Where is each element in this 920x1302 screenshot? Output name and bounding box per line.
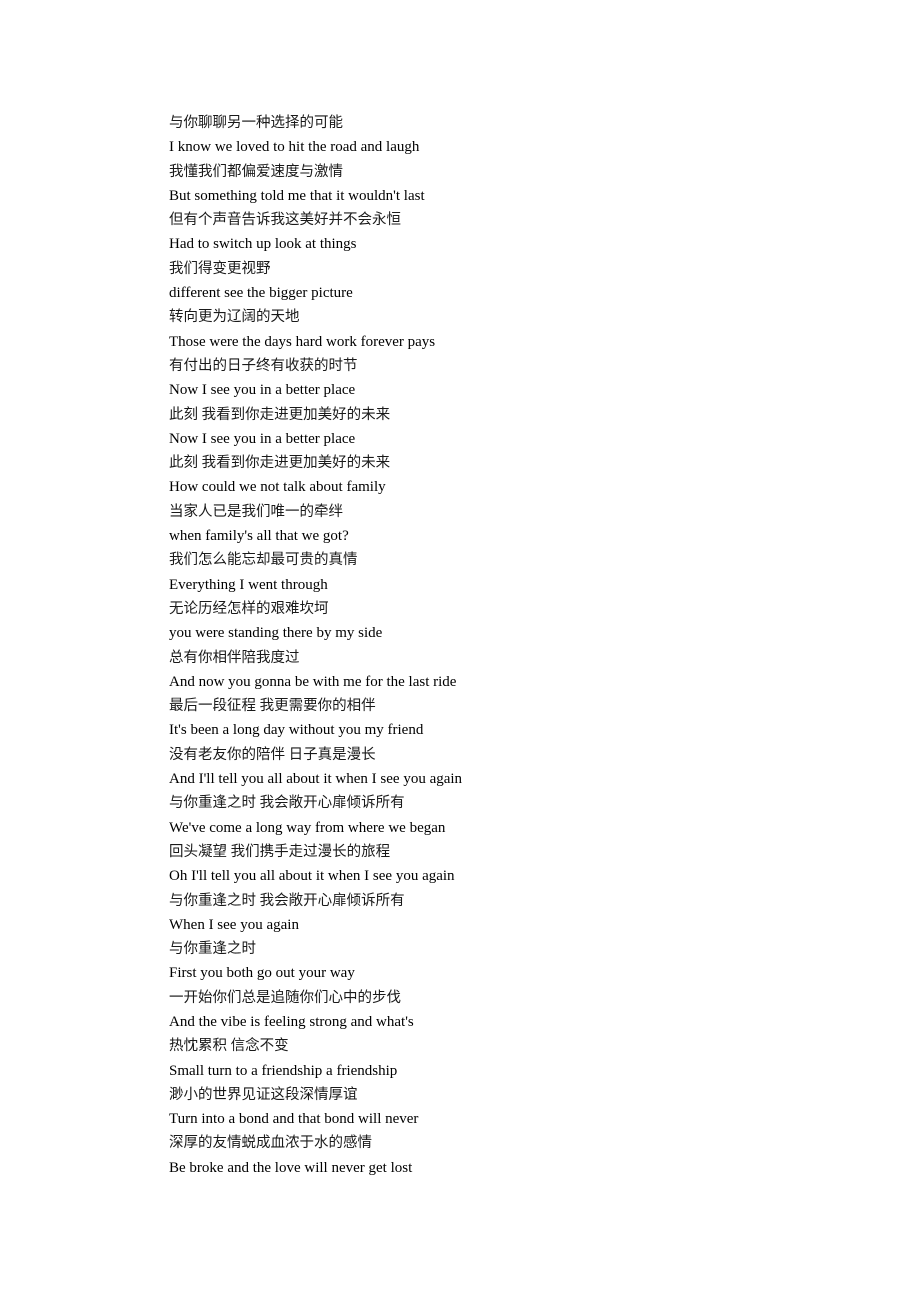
- lyric-line: 有付出的日子终有收获的时节: [169, 357, 358, 374]
- lyric-line: Now I see you in a better place: [169, 430, 356, 447]
- lyric-line: Now I see you in a better place: [169, 382, 356, 399]
- lyric-line: When I see you again: [169, 916, 299, 933]
- lyric-line: 与你重逢之时: [169, 941, 256, 958]
- lyric-line: 无论历经怎样的艰难坎坷: [169, 600, 329, 617]
- lyric-line: you were standing there by my side: [169, 625, 383, 642]
- lyric-line: 与你重逢之时 我会敞开心扉倾诉所有: [169, 795, 405, 812]
- lyric-line: First you both go out your way: [169, 965, 355, 982]
- lyric-line: Oh I'll tell you all about it when I see…: [169, 868, 455, 885]
- lyrics-text-block: 与你聊聊另一种选择的可能 I know we loved to hit the r…: [169, 111, 789, 1180]
- lyric-line: 此刻 我看到你走进更加美好的未来: [169, 406, 391, 423]
- lyric-line: We've come a long way from where we bega…: [169, 819, 446, 836]
- lyric-line: It's been a long day without you my frie…: [169, 722, 424, 739]
- lyric-line: How could we not talk about family: [169, 479, 386, 496]
- lyric-line: Those were the days hard work forever pa…: [169, 333, 436, 350]
- lyric-line: 此刻 我看到你走进更加美好的未来: [169, 455, 391, 472]
- lyric-line: Small turn to a friendship a friendship: [169, 1062, 398, 1079]
- lyric-line: I know we loved to hit the road and laug…: [169, 139, 420, 156]
- lyric-line: 我懂我们都偏爱速度与激情: [169, 163, 343, 180]
- lyric-line: when family's all that we got?: [169, 528, 349, 545]
- lyric-line: 我们得变更视野: [169, 260, 271, 277]
- lyric-line: 回头凝望 我们携手走过漫长的旅程: [169, 843, 391, 860]
- lyric-line: 但有个声音告诉我这美好并不会永恒: [169, 212, 401, 229]
- lyric-line: 最后一段征程 我更需要你的相伴: [169, 698, 376, 715]
- lyric-line: different see the bigger picture: [169, 285, 353, 302]
- document-page: 与你聊聊另一种选择的可能 I know we loved to hit the r…: [0, 0, 920, 1302]
- lyric-line: 与你聊聊另一种选择的可能: [169, 115, 343, 131]
- lyric-line: Everything I went through: [169, 576, 328, 593]
- lyric-line: 与你重逢之时 我会敞开心扉倾诉所有: [169, 892, 405, 909]
- lyric-line: 转向更为辽阔的天地: [169, 309, 300, 326]
- lyric-line: And I'll tell you all about it when I se…: [169, 771, 463, 788]
- lyric-line: 热忱累积 信念不变: [169, 1038, 289, 1055]
- lyric-line: 深厚的友情蜕成血浓于水的感情: [169, 1135, 372, 1152]
- lyric-line: 当家人已是我们唯一的牵绊: [169, 503, 343, 520]
- lyric-line: 没有老友你的陪伴 日子真是漫长: [169, 746, 376, 763]
- lyric-line: And the vibe is feeling strong and what'…: [169, 1013, 414, 1030]
- lyric-line: And now you gonna be with me for the las…: [169, 673, 457, 690]
- lyric-line: 我们怎么能忘却最可贵的真情: [169, 552, 358, 569]
- lyric-line: 渺小的世界见证这段深情厚谊: [169, 1086, 358, 1103]
- lyric-line: Turn into a bond and that bond will neve…: [169, 1111, 419, 1128]
- lyric-line: But something told me that it wouldn't l…: [169, 187, 425, 204]
- lyric-line: 一开始你们总是追随你们心中的步伐: [169, 989, 401, 1006]
- lyric-line: Be broke and the love will never get los…: [169, 1159, 413, 1176]
- lyric-line: 总有你相伴陪我度过: [169, 649, 300, 666]
- lyric-line: Had to switch up look at things: [169, 236, 357, 253]
